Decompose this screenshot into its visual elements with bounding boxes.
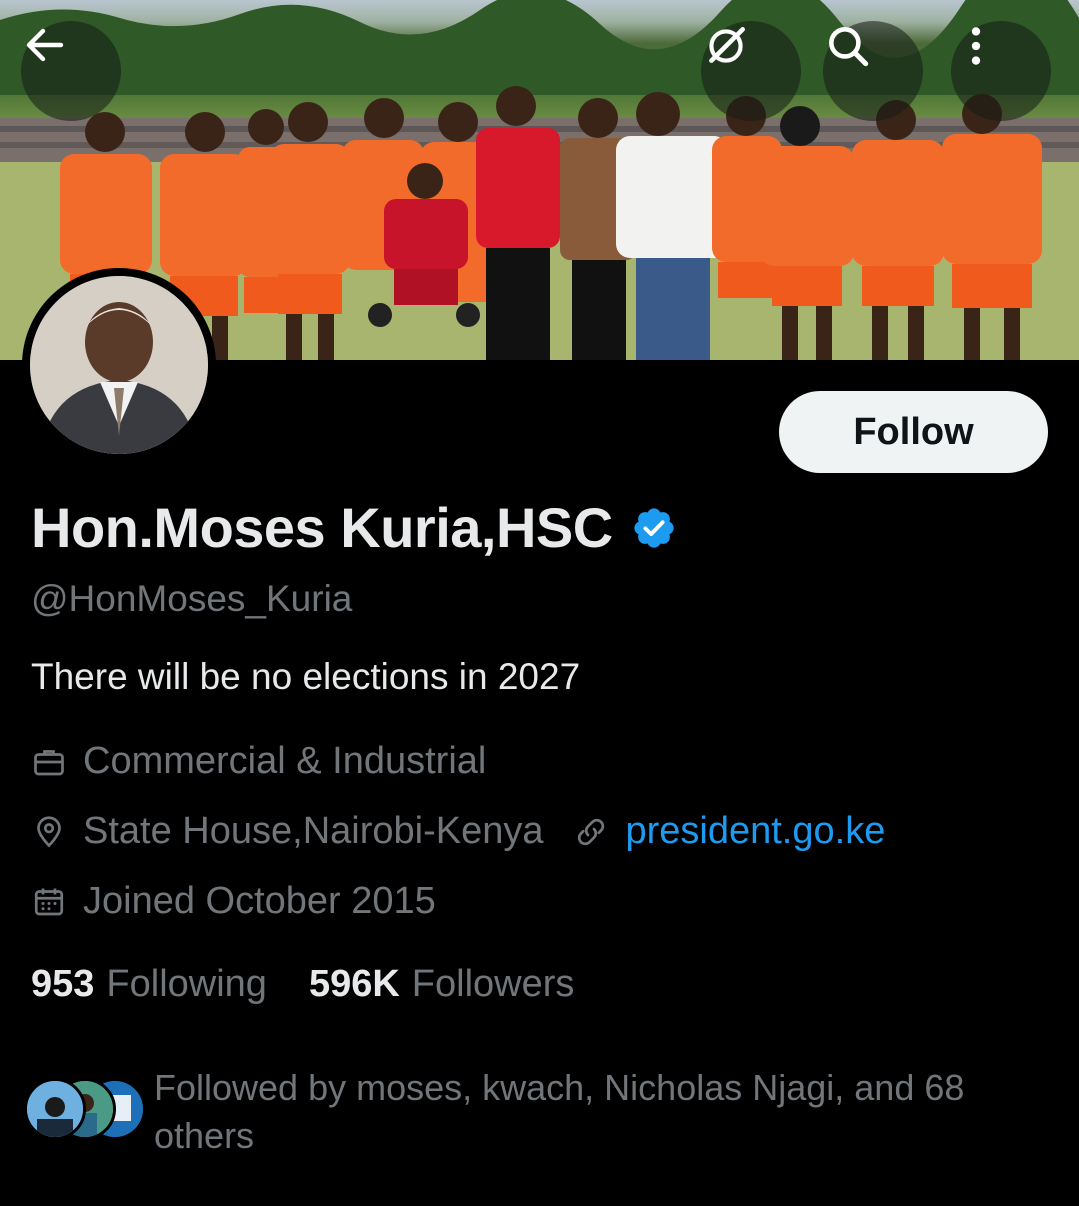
profile-location-row: State House,Nairobi-Kenya president.go.k… xyxy=(31,810,885,853)
followed-by-line-2: others xyxy=(154,1115,255,1156)
follower-avatar xyxy=(24,1078,86,1140)
search-icon xyxy=(829,27,869,67)
followed-by-avatars xyxy=(24,1078,148,1142)
profile-category-row: Commercial & Industrial xyxy=(31,740,486,783)
following-stat[interactable]: 953 Following xyxy=(31,963,267,1006)
profile-name-row: Hon.Moses Kuria,HSC xyxy=(31,495,677,560)
location-pin-icon xyxy=(37,815,61,847)
link-icon xyxy=(578,818,605,845)
search-button[interactable] xyxy=(823,21,923,121)
followers-count: 596K xyxy=(308,963,400,1005)
profile-name: Hon.Moses Kuria,HSC xyxy=(31,496,613,559)
briefcase-icon xyxy=(34,749,64,775)
followed-by-text: Followed by moses, kwach, Nicholas Njagi… xyxy=(154,1064,964,1160)
followed-by-section[interactable]: Followed by moses, kwach, Nicholas Njagi… xyxy=(24,1064,1044,1160)
calendar-icon xyxy=(34,888,64,915)
profile-location: State House,Nairobi-Kenya xyxy=(83,810,544,852)
arrow-left-icon xyxy=(26,28,64,62)
profile-avatar[interactable] xyxy=(22,268,216,462)
follow-button[interactable]: Follow xyxy=(779,391,1048,473)
followers-label: Followers xyxy=(411,963,575,1005)
profile-joined-date: Joined October 2015 xyxy=(83,880,436,922)
profile-category: Commercial & Industrial xyxy=(83,740,487,782)
avatar-photo xyxy=(30,276,208,454)
profile-website-link[interactable]: president.go.ke xyxy=(625,810,885,853)
profile-stats: 953 Following 596K Followers xyxy=(31,963,574,1006)
following-label: Following xyxy=(106,963,267,1005)
grok-icon xyxy=(709,27,745,63)
grok-button[interactable] xyxy=(701,21,801,121)
profile-handle: @HonMoses_Kuria xyxy=(31,578,353,619)
more-vertical-icon xyxy=(971,27,981,65)
back-button[interactable] xyxy=(21,21,121,121)
followers-stat[interactable]: 596K Followers xyxy=(309,963,574,1006)
profile-bio: There will be no elections in 2027 xyxy=(31,656,581,697)
following-count: 953 xyxy=(31,963,95,1005)
more-button[interactable] xyxy=(951,21,1051,121)
profile-joined-row: Joined October 2015 xyxy=(31,880,436,923)
verified-badge-icon[interactable] xyxy=(631,505,677,551)
followed-by-line-1: Followed by moses, kwach, Nicholas Njagi… xyxy=(154,1067,965,1108)
